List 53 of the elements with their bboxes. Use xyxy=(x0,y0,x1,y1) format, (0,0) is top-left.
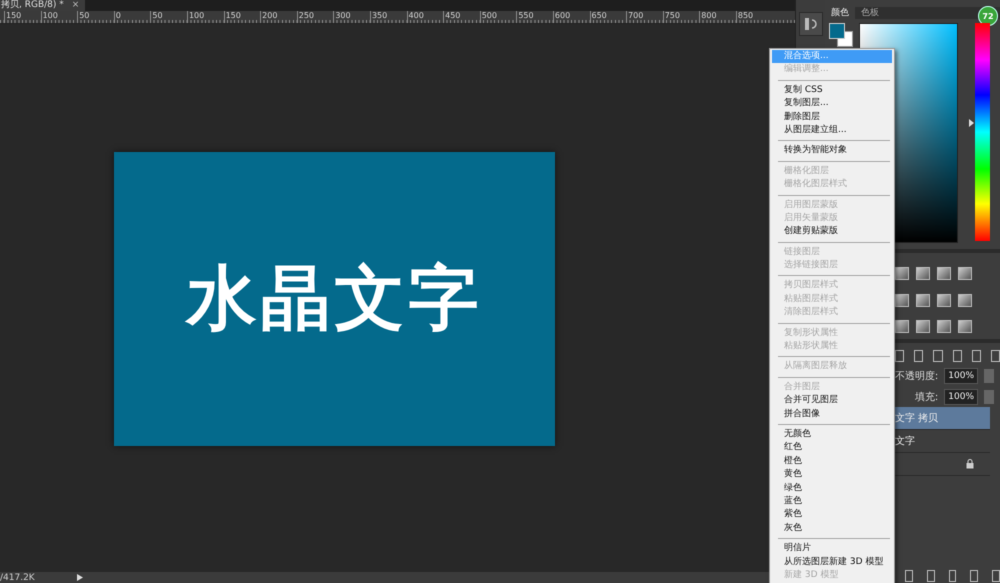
ruler-label: 400 xyxy=(408,11,424,20)
ruler-label: 50 xyxy=(152,11,163,20)
ruler-label: 650 xyxy=(592,11,607,20)
ruler-label: 100 xyxy=(42,11,58,20)
ruler-label: 350 xyxy=(372,11,388,20)
ruler-label: 50 xyxy=(79,11,90,20)
ruler-label: 250 xyxy=(298,11,314,20)
ruler-label: 600 xyxy=(554,11,570,20)
ruler-label: 500 xyxy=(482,11,497,20)
color-swatches[interactable] xyxy=(829,23,851,47)
ruler-label: 150 xyxy=(6,11,22,20)
history-icon[interactable] xyxy=(798,12,822,36)
menu-item[interactable]: 蓝色 xyxy=(772,494,892,508)
ruler-label: 200 xyxy=(262,11,278,20)
fill-field[interactable]: 100% xyxy=(944,388,978,404)
layer-name: 文字 拷贝 xyxy=(895,412,938,425)
fill-label: 填充: xyxy=(914,390,938,404)
ruler-label: 750 xyxy=(664,11,680,20)
file-size-status: /417.2K xyxy=(0,572,35,582)
menu-item[interactable]: 绿色 xyxy=(772,482,892,495)
ruler-label: 100 xyxy=(188,11,204,20)
ruler-label: 800 xyxy=(701,11,717,20)
ruler-label: 150 xyxy=(226,11,241,20)
menu-item[interactable]: 复制图层... xyxy=(772,97,892,111)
panel-tab[interactable]: 颜色 xyxy=(825,7,855,19)
canvas-text: 水晶文字 xyxy=(186,256,482,341)
menu-item[interactable]: 从所选图层新建 3D 模型 xyxy=(772,556,892,569)
menu-item[interactable]: 转换为智能对象 xyxy=(772,144,892,158)
ruler-label: 550 xyxy=(518,11,534,20)
menu-item[interactable]: 黄色 xyxy=(772,468,892,482)
panel-tab[interactable]: 色板 xyxy=(855,7,885,19)
ruler-label: 450 xyxy=(445,11,460,20)
menu-item[interactable]: 紫色 xyxy=(772,508,892,522)
ruler-label: 850 xyxy=(738,11,754,20)
document-title: 拷贝, RGB/8) * xyxy=(1,0,64,11)
menu-item[interactable]: 删除图层 xyxy=(772,110,892,124)
document-tab[interactable]: 拷贝, RGB/8) * × xyxy=(0,0,86,11)
opacity-field[interactable]: 100% xyxy=(944,368,978,384)
opacity-label: 不透明度: xyxy=(894,370,938,382)
menu-item[interactable]: 从图层建立组... xyxy=(772,124,892,138)
menu-item[interactable]: 橙色 xyxy=(772,454,892,468)
menu-item[interactable]: 复制 CSS xyxy=(772,84,892,98)
hue-slider-thumb[interactable] xyxy=(969,119,974,128)
menu-item[interactable]: 创建剪贴蒙版 xyxy=(772,225,892,239)
play-icon[interactable] xyxy=(76,574,83,581)
menu-item[interactable]: 合并可见图层 xyxy=(772,394,892,408)
close-button[interactable]: × xyxy=(72,0,80,11)
ruler-label: 0 xyxy=(116,11,121,20)
menu-item[interactable]: 灰色 xyxy=(772,522,892,536)
ruler-label: 700 xyxy=(628,11,644,20)
menu-item[interactable]: 明信片 xyxy=(772,542,892,556)
layer-name: 文字 xyxy=(895,434,915,448)
ruler-label: 300 xyxy=(335,11,351,20)
